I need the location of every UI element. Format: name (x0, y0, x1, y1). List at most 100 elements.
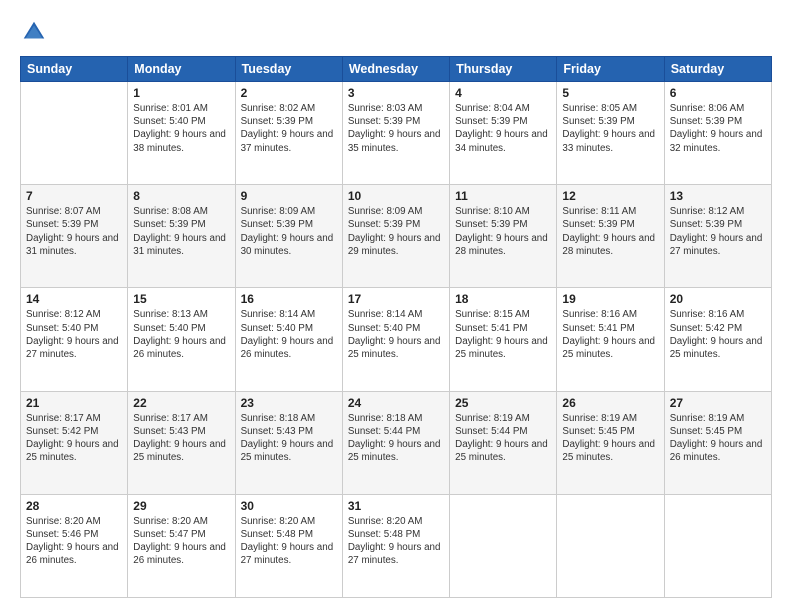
calendar-cell: 13Sunrise: 8:12 AMSunset: 5:39 PMDayligh… (664, 185, 771, 288)
day-number: 15 (133, 292, 229, 306)
cell-info: Sunrise: 8:16 AMSunset: 5:42 PMDaylight:… (670, 308, 766, 361)
calendar-cell: 18 Sunrise: 8:15 AMSunset: 5:41 PMDayligh… (450, 288, 557, 391)
weekday-header: Monday (128, 57, 235, 82)
day-number: 3 (348, 86, 444, 100)
calendar-table: SundayMondayTuesdayWednesdayThursdayFrid… (20, 56, 772, 598)
calendar-cell: 2 Sunrise: 8:02 AMSunset: 5:39 PMDaylight… (235, 82, 342, 185)
day-number: 29 (133, 499, 229, 513)
day-number: 30 (241, 499, 337, 513)
day-number: 11 (455, 189, 551, 203)
calendar-cell: 31 Sunrise: 8:20 AMSunset: 5:48 PMDayligh… (342, 494, 449, 597)
header (20, 18, 772, 46)
calendar-cell (450, 494, 557, 597)
calendar-cell: 4 Sunrise: 8:04 AMSunset: 5:39 PMDaylight… (450, 82, 557, 185)
calendar-cell: 17Sunrise: 8:14 AMSunset: 5:40 PMDayligh… (342, 288, 449, 391)
cell-info: Sunrise: 8:19 AMSunset: 5:45 PMDaylight:… (670, 412, 766, 465)
cell-info: Sunrise: 8:06 AMSunset: 5:39 PMDaylight:… (670, 102, 766, 155)
day-number: 28 (26, 499, 122, 513)
weekday-header: Wednesday (342, 57, 449, 82)
day-number: 14 (26, 292, 122, 306)
cell-info: Sunrise: 8:19 AMSunset: 5:45 PMDaylight:… (562, 412, 658, 465)
weekday-header: Tuesday (235, 57, 342, 82)
day-number: 22 (133, 396, 229, 410)
calendar-cell: 5 Sunrise: 8:05 AMSunset: 5:39 PMDaylight… (557, 82, 664, 185)
calendar-cell: 11Sunrise: 8:10 AMSunset: 5:39 PMDayligh… (450, 185, 557, 288)
day-number: 13 (670, 189, 766, 203)
cell-info: Sunrise: 8:05 AMSunset: 5:39 PMDaylight:… (562, 102, 658, 155)
day-number: 12 (562, 189, 658, 203)
day-number: 9 (241, 189, 337, 203)
cell-info: Sunrise: 8:18 AMSunset: 5:44 PMDaylight:… (348, 412, 444, 465)
cell-info: Sunrise: 8:20 AMSunset: 5:48 PMDaylight:… (241, 515, 337, 568)
calendar-header-row: SundayMondayTuesdayWednesdayThursdayFrid… (21, 57, 772, 82)
day-number: 5 (562, 86, 658, 100)
calendar-cell: 14 Sunrise: 8:12 AMSunset: 5:40 PMDayligh… (21, 288, 128, 391)
logo-icon (20, 18, 48, 46)
cell-info: Sunrise: 8:20 AMSunset: 5:46 PMDaylight:… (26, 515, 122, 568)
calendar-cell: 6Sunrise: 8:06 AMSunset: 5:39 PMDaylight… (664, 82, 771, 185)
calendar-cell (557, 494, 664, 597)
day-number: 16 (241, 292, 337, 306)
day-number: 4 (455, 86, 551, 100)
day-number: 2 (241, 86, 337, 100)
calendar-cell: 29 Sunrise: 8:20 AMSunset: 5:47 PMDayligh… (128, 494, 235, 597)
calendar-cell: 16 Sunrise: 8:14 AMSunset: 5:40 PMDayligh… (235, 288, 342, 391)
day-number: 31 (348, 499, 444, 513)
calendar-cell: 22 Sunrise: 8:17 AMSunset: 5:43 PMDayligh… (128, 391, 235, 494)
day-number: 24 (348, 396, 444, 410)
day-number: 20 (670, 292, 766, 306)
cell-info: Sunrise: 8:18 AMSunset: 5:43 PMDaylight:… (241, 412, 337, 465)
cell-info: Sunrise: 8:14 AMSunset: 5:40 PMDaylight:… (241, 308, 337, 361)
day-number: 26 (562, 396, 658, 410)
calendar-cell: 9 Sunrise: 8:09 AMSunset: 5:39 PMDaylight… (235, 185, 342, 288)
day-number: 1 (133, 86, 229, 100)
cell-info: Sunrise: 8:20 AMSunset: 5:47 PMDaylight:… (133, 515, 229, 568)
page: SundayMondayTuesdayWednesdayThursdayFrid… (0, 0, 792, 612)
day-number: 8 (133, 189, 229, 203)
weekday-header: Sunday (21, 57, 128, 82)
cell-info: Sunrise: 8:17 AMSunset: 5:43 PMDaylight:… (133, 412, 229, 465)
calendar-cell: 30 Sunrise: 8:20 AMSunset: 5:48 PMDayligh… (235, 494, 342, 597)
day-number: 25 (455, 396, 551, 410)
calendar-week-row: 1Sunrise: 8:01 AMSunset: 5:40 PMDaylight… (21, 82, 772, 185)
calendar-week-row: 7 Sunrise: 8:07 AMSunset: 5:39 PMDaylight… (21, 185, 772, 288)
calendar-cell (664, 494, 771, 597)
day-number: 18 (455, 292, 551, 306)
day-number: 21 (26, 396, 122, 410)
cell-info: Sunrise: 8:07 AMSunset: 5:39 PMDaylight:… (26, 205, 122, 258)
calendar-cell: 20 Sunrise: 8:16 AMSunset: 5:42 PMDayligh… (664, 288, 771, 391)
cell-info: Sunrise: 8:09 AMSunset: 5:39 PMDaylight:… (348, 205, 444, 258)
calendar-cell: 27 Sunrise: 8:19 AMSunset: 5:45 PMDayligh… (664, 391, 771, 494)
day-number: 7 (26, 189, 122, 203)
cell-info: Sunrise: 8:03 AMSunset: 5:39 PMDaylight:… (348, 102, 444, 155)
weekday-header: Saturday (664, 57, 771, 82)
cell-info: Sunrise: 8:11 AMSunset: 5:39 PMDaylight:… (562, 205, 658, 258)
cell-info: Sunrise: 8:19 AMSunset: 5:44 PMDaylight:… (455, 412, 551, 465)
calendar-cell: 8Sunrise: 8:08 AMSunset: 5:39 PMDaylight… (128, 185, 235, 288)
weekday-header: Friday (557, 57, 664, 82)
day-number: 17 (348, 292, 444, 306)
calendar-cell (21, 82, 128, 185)
calendar-cell: 25 Sunrise: 8:19 AMSunset: 5:44 PMDayligh… (450, 391, 557, 494)
cell-info: Sunrise: 8:20 AMSunset: 5:48 PMDaylight:… (348, 515, 444, 568)
calendar-week-row: 21Sunrise: 8:17 AMSunset: 5:42 PMDayligh… (21, 391, 772, 494)
day-number: 27 (670, 396, 766, 410)
calendar-cell: 15 Sunrise: 8:13 AMSunset: 5:40 PMDayligh… (128, 288, 235, 391)
calendar-cell: 24 Sunrise: 8:18 AMSunset: 5:44 PMDayligh… (342, 391, 449, 494)
calendar-cell: 19Sunrise: 8:16 AMSunset: 5:41 PMDayligh… (557, 288, 664, 391)
cell-info: Sunrise: 8:04 AMSunset: 5:39 PMDaylight:… (455, 102, 551, 155)
calendar-cell: 23 Sunrise: 8:18 AMSunset: 5:43 PMDayligh… (235, 391, 342, 494)
cell-info: Sunrise: 8:12 AMSunset: 5:40 PMDaylight:… (26, 308, 122, 361)
cell-info: Sunrise: 8:13 AMSunset: 5:40 PMDaylight:… (133, 308, 229, 361)
cell-info: Sunrise: 8:09 AMSunset: 5:39 PMDaylight:… (241, 205, 337, 258)
calendar-week-row: 14 Sunrise: 8:12 AMSunset: 5:40 PMDayligh… (21, 288, 772, 391)
weekday-header: Thursday (450, 57, 557, 82)
calendar-cell: 28 Sunrise: 8:20 AMSunset: 5:46 PMDayligh… (21, 494, 128, 597)
logo (20, 18, 52, 46)
calendar-cell: 12 Sunrise: 8:11 AMSunset: 5:39 PMDayligh… (557, 185, 664, 288)
cell-info: Sunrise: 8:15 AMSunset: 5:41 PMDaylight:… (455, 308, 551, 361)
cell-info: Sunrise: 8:02 AMSunset: 5:39 PMDaylight:… (241, 102, 337, 155)
calendar-cell: 10Sunrise: 8:09 AMSunset: 5:39 PMDayligh… (342, 185, 449, 288)
day-number: 19 (562, 292, 658, 306)
day-number: 23 (241, 396, 337, 410)
